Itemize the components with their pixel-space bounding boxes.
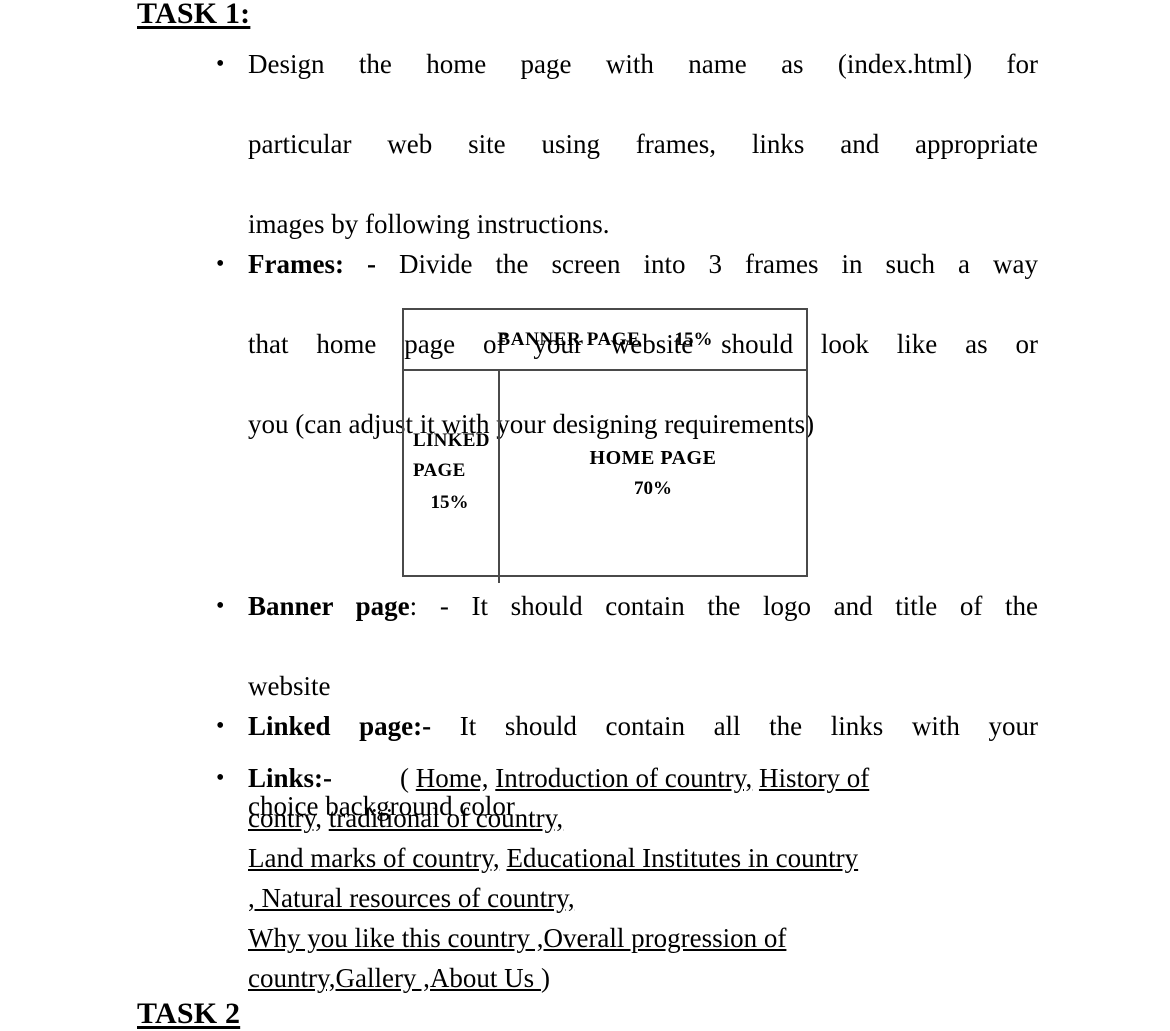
bullet-line: particular web site using frames, links … (248, 129, 1038, 159)
bullet-links: Links:-( Home, Introduction of country, … (210, 758, 1050, 998)
link-home[interactable]: Home, (416, 763, 489, 793)
links-open-paren: ( (400, 763, 410, 793)
links-fourth-row: , Natural resources of country, (210, 878, 1050, 918)
diagram-linked-title-line2: PAGE (413, 460, 466, 481)
diagram-linked-title-line1: LINKED (413, 430, 490, 451)
diagram-home-title: HOME PAGE (589, 446, 717, 469)
link-natural-resources-of-country[interactable]: , Natural resources of country, (248, 883, 575, 913)
link-history-of-country-part1[interactable]: History of (759, 763, 869, 793)
diagram-banner-percent: 15% (674, 328, 713, 350)
link-land-marks-of-country[interactable]: Land marks of country, (248, 843, 500, 873)
diagram-banner-frame: BANNER PAGE 15% (404, 310, 806, 371)
task-2-heading: TASK 2 (137, 997, 241, 1030)
bullet-line: Design the home page with name as (index… (248, 49, 1038, 79)
frame-layout-diagram: BANNER PAGE 15% LINKED PAGE 15% HOME PAG… (402, 308, 808, 583)
bullet-design-home-page: Design the home page with name as (index… (210, 44, 1038, 244)
bullet-label-frames: Frames: - (248, 249, 376, 279)
diagram-linked-frame: LINKED PAGE 15% (404, 371, 498, 575)
diagram-banner-title: BANNER PAGE (497, 328, 641, 350)
link-why-you-like-this-country-and-overall-progression[interactable]: Why you like this country ,Overall progr… (248, 923, 786, 953)
bullet-label-linked-page: Linked page:- (248, 711, 432, 741)
diagram-home-percent: 70% (634, 477, 672, 499)
task-1-heading: TASK 1: (137, 0, 251, 30)
links-sixth-row: country,Gallery ,About Us ) (210, 958, 1050, 998)
link-introduction-of-country[interactable]: Introduction of country, (495, 763, 752, 793)
document-page: TASK 1: Design the home page with name a… (0, 0, 1170, 1030)
bullet-line: website (248, 671, 331, 701)
diagram-linked-percent: 15% (430, 492, 469, 513)
link-educational-institutes-in-country[interactable]: Educational Institutes in country (506, 843, 858, 873)
link-history-of-country-part2[interactable]: contry, (248, 803, 322, 833)
bullet-line: images by following instructions. (248, 209, 610, 239)
diagram-home-frame: HOME PAGE 70% (500, 371, 806, 575)
bullet-label-banner-page: Banner page (248, 591, 410, 621)
links-third-row: Land marks of country, Educational Insti… (210, 838, 1050, 878)
links-fifth-row: Why you like this country ,Overall progr… (210, 918, 1050, 958)
links-second-row: contry, traditional of country, (210, 798, 1050, 838)
links-label: Links:- (248, 763, 333, 793)
link-traditional-of-country[interactable]: traditional of country, (329, 803, 563, 833)
links-close-paren: ) (540, 963, 550, 993)
link-country-gallery-about-us[interactable]: country,Gallery ,About Us (248, 963, 541, 993)
links-first-row: Links:-( Home, Introduction of country, … (210, 758, 1050, 798)
bullet-separator: : - (409, 591, 472, 621)
bullet-banner-page: Banner page: - It should contain the log… (210, 586, 1038, 706)
